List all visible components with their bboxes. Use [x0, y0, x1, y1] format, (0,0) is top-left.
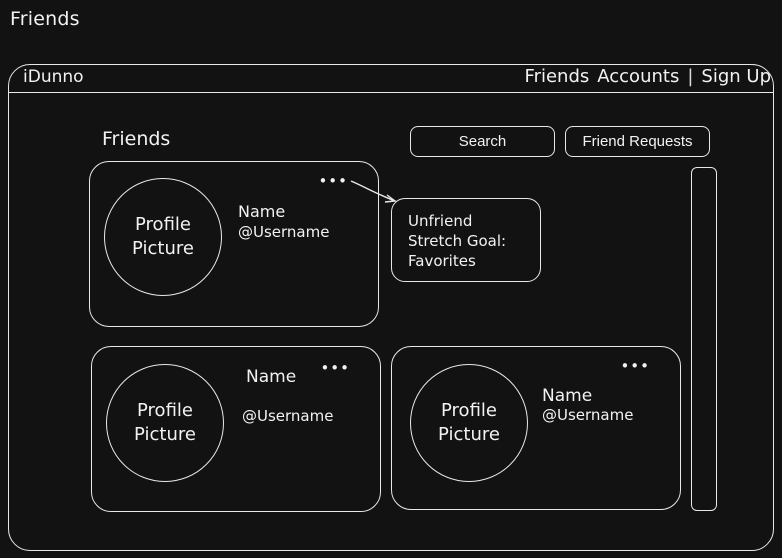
avatar-label-line1: Profile — [137, 400, 193, 421]
avatar-label-line2: Picture — [134, 424, 196, 445]
search-button[interactable]: Search — [410, 126, 555, 157]
scrollbar[interactable] — [691, 167, 717, 511]
menu-item-unfriend[interactable]: Unfriend — [408, 211, 540, 231]
friend-requests-button[interactable]: Friend Requests — [565, 126, 710, 157]
friend-card[interactable]: Profile Picture Name @Username ••• — [89, 161, 379, 327]
nav-signup-link[interactable]: Sign Up — [701, 66, 771, 87]
profile-picture-placeholder: Profile Picture — [106, 364, 224, 482]
avatar-label-line1: Profile — [441, 400, 497, 421]
more-horizontal-icon[interactable]: ••• — [318, 174, 348, 189]
brand-logo[interactable]: iDunno — [23, 67, 84, 87]
friend-username: @Username — [542, 406, 634, 424]
friend-name: Name — [246, 367, 297, 387]
page-title: Friends — [10, 8, 80, 30]
profile-picture-placeholder: Profile Picture — [104, 178, 222, 296]
nav-separator: | — [687, 66, 694, 87]
more-horizontal-icon[interactable]: ••• — [320, 361, 350, 376]
menu-item-favorites[interactable]: Favorites — [408, 251, 540, 271]
app-window: iDunno Friends Accounts | Sign Up Friend… — [8, 64, 774, 551]
avatar-label-line2: Picture — [438, 424, 500, 445]
friend-username: @Username — [242, 407, 334, 425]
menu-item-stretch-goal: Stretch Goal: — [408, 232, 507, 250]
avatar-label-line2: Picture — [132, 238, 194, 259]
friend-card[interactable]: Profile Picture Name @Username ••• — [91, 346, 381, 512]
section-title: Friends — [102, 128, 171, 150]
avatar-label-line1: Profile — [135, 214, 191, 235]
friend-username: @Username — [238, 223, 330, 241]
top-navbar: iDunno Friends Accounts | Sign Up — [9, 65, 773, 93]
nav-accounts-link[interactable]: Accounts — [597, 66, 679, 87]
more-horizontal-icon[interactable]: ••• — [620, 359, 650, 374]
nav-links: Friends Accounts | Sign Up — [525, 66, 771, 87]
friend-name: Name — [542, 386, 593, 406]
nav-friends-link[interactable]: Friends — [525, 66, 590, 87]
friend-context-menu: Unfriend Stretch Goal: Favorites — [391, 198, 541, 282]
friend-card[interactable]: Profile Picture Name @Username ••• — [391, 346, 681, 510]
friend-name: Name — [238, 202, 286, 221]
profile-picture-placeholder: Profile Picture — [410, 364, 528, 482]
